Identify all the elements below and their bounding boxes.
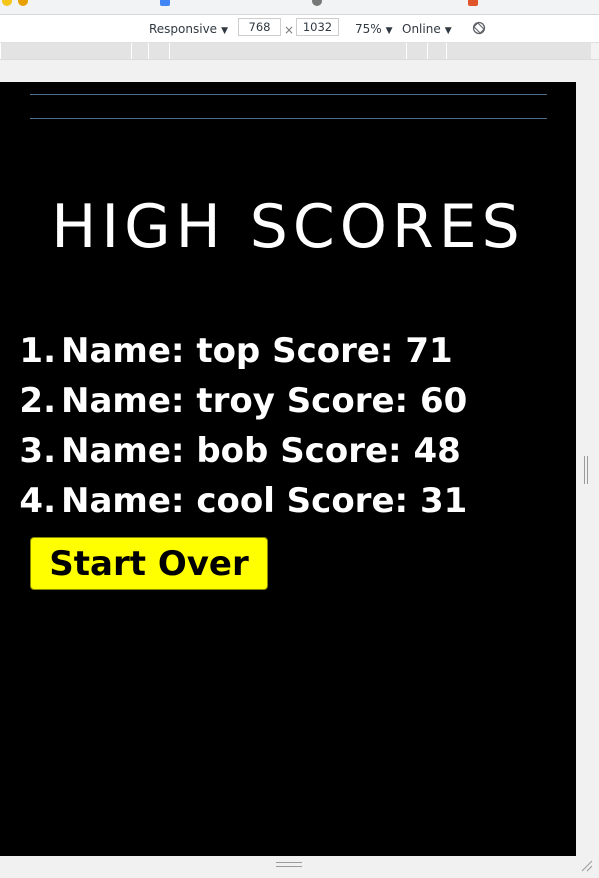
media-query-segment[interactable] bbox=[131, 43, 148, 59]
score-rank: 3. bbox=[19, 431, 56, 471]
score-rank: 2. bbox=[19, 381, 56, 421]
dimension-separator: × bbox=[284, 23, 295, 37]
score-entry-text: Name: troy Score: 60 bbox=[61, 381, 468, 421]
zoom-select[interactable]: 75% ▼ bbox=[355, 20, 393, 38]
tab-favicon-icon bbox=[468, 0, 478, 6]
score-entry-text: Name: cool Score: 31 bbox=[61, 481, 468, 521]
media-query-segment[interactable] bbox=[0, 43, 131, 59]
media-query-ruler[interactable] bbox=[0, 43, 599, 60]
game-screen: HIGH SCORES 1. Name: top Score: 71 2. Name… bbox=[0, 82, 576, 856]
network-throttle-select[interactable]: Online ▼ bbox=[402, 20, 452, 38]
media-query-segment[interactable] bbox=[406, 43, 427, 59]
device-select-label: Responsive bbox=[149, 22, 218, 36]
viewport-width-input[interactable] bbox=[238, 18, 281, 36]
device-toolbar: Responsive▼ × 75%▼ Online▼ bbox=[0, 15, 599, 43]
score-row: 1. Name: top Score: 71 bbox=[0, 326, 467, 376]
rotate-icon[interactable] bbox=[472, 21, 486, 35]
score-rank: 1. bbox=[19, 331, 56, 371]
resize-corner-icon[interactable] bbox=[581, 860, 593, 872]
top-divider-line bbox=[30, 94, 547, 95]
device-select[interactable]: Responsive ▼ bbox=[149, 20, 228, 38]
tab-favicon-icon bbox=[2, 0, 12, 6]
score-row: 4. Name: cool Score: 31 bbox=[0, 476, 467, 526]
zoom-select-label: 75% bbox=[355, 22, 382, 36]
media-query-segment[interactable] bbox=[148, 43, 169, 59]
media-query-segment[interactable] bbox=[446, 43, 591, 59]
viewport-height-input[interactable] bbox=[296, 18, 339, 36]
tab-favicon-icon bbox=[18, 0, 28, 6]
score-row: 2. Name: troy Score: 60 bbox=[0, 376, 467, 426]
tab-favicon-icon bbox=[312, 0, 322, 6]
second-divider-line bbox=[30, 118, 547, 119]
caret-down-icon: ▼ bbox=[385, 26, 393, 36]
caret-down-icon: ▼ bbox=[444, 26, 452, 36]
score-entry-text: Name: top Score: 71 bbox=[61, 331, 453, 371]
resize-handle-icon[interactable] bbox=[276, 862, 302, 867]
score-entry-text: Name: bob Score: 48 bbox=[61, 431, 461, 471]
score-row: 3. Name: bob Score: 48 bbox=[0, 426, 467, 476]
browser-tab-strip bbox=[0, 0, 599, 15]
media-query-segment[interactable] bbox=[427, 43, 446, 59]
media-query-segment[interactable] bbox=[169, 43, 406, 59]
score-rank: 4. bbox=[19, 481, 56, 521]
tab-favicon-icon bbox=[160, 0, 170, 6]
resize-handle-icon[interactable] bbox=[584, 456, 588, 484]
start-over-button[interactable]: Start Over bbox=[30, 537, 268, 590]
high-scores-list: 1. Name: top Score: 71 2. Name: troy Score… bbox=[0, 326, 467, 526]
network-select-label: Online bbox=[402, 22, 441, 36]
caret-down-icon: ▼ bbox=[221, 26, 228, 36]
page-title: HIGH SCORES bbox=[51, 192, 525, 262]
